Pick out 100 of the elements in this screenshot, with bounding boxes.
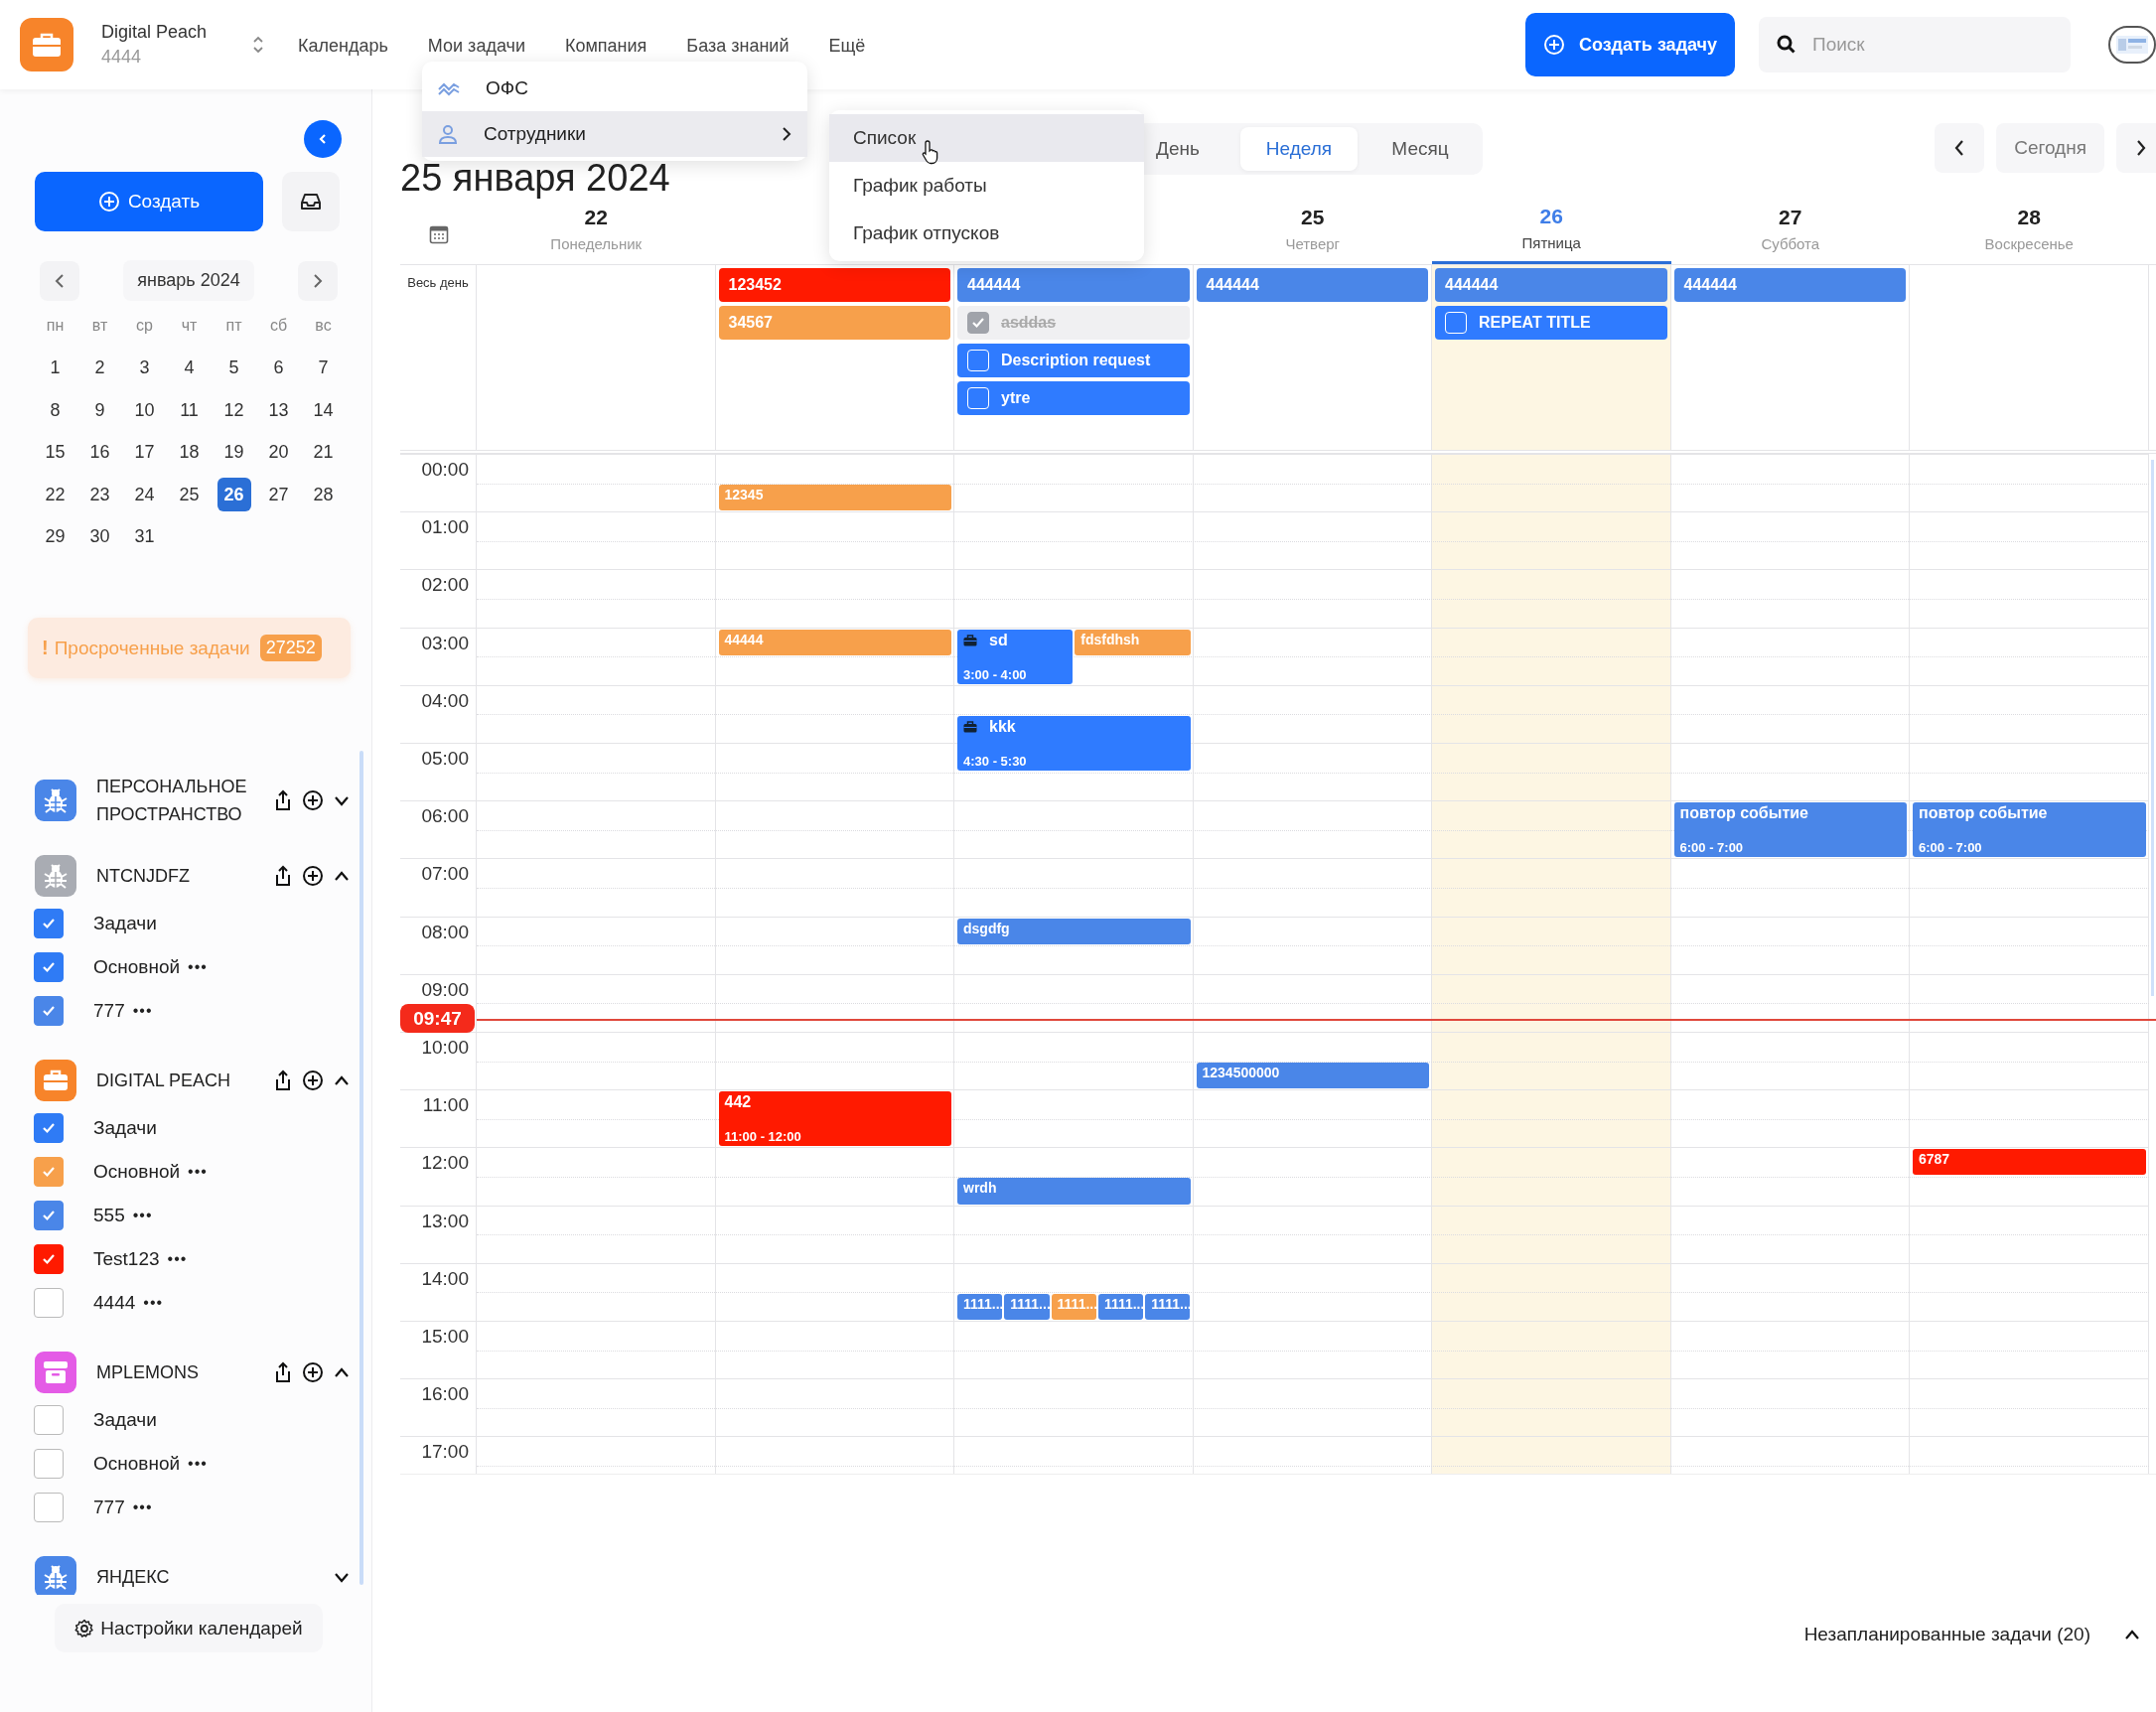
all-day-event[interactable]: 444444 bbox=[1435, 268, 1667, 302]
more-options[interactable]: ••• bbox=[188, 958, 208, 976]
event-block[interactable]: sd 3:00 - 4:00 bbox=[957, 629, 1074, 684]
add-icon[interactable] bbox=[302, 1361, 324, 1383]
share-icon[interactable] bbox=[274, 865, 292, 887]
chevron-up-icon[interactable] bbox=[334, 870, 350, 882]
all-day-task[interactable]: REPEAT TITLE bbox=[1435, 306, 1667, 340]
event-block[interactable]: wrdh bbox=[957, 1178, 1191, 1205]
more-options[interactable]: ••• bbox=[132, 1498, 153, 1516]
view-tab[interactable]: Неделя bbox=[1240, 127, 1358, 171]
calendar-day[interactable]: 7 bbox=[306, 351, 341, 385]
calendar-group-name[interactable]: ПЕРСОНАЛЬНОЕ ПРОСТРАНСТВО bbox=[96, 773, 263, 828]
chevron-up-icon[interactable] bbox=[334, 1366, 350, 1378]
calendar-day[interactable]: 27 bbox=[261, 478, 296, 512]
calendar-day[interactable]: 15 bbox=[38, 435, 72, 470]
event-block[interactable]: повтор событие 6:00 - 7:00 bbox=[1913, 802, 2146, 858]
menu-item[interactable]: Список bbox=[829, 114, 1144, 162]
create-button[interactable]: Создать bbox=[35, 172, 263, 231]
event-block[interactable]: 1111... bbox=[1004, 1293, 1050, 1320]
add-icon[interactable] bbox=[302, 865, 324, 887]
calendar-checkbox[interactable] bbox=[34, 1244, 64, 1274]
collapse-sidebar-button[interactable] bbox=[304, 120, 342, 158]
calendar-day[interactable]: 17 bbox=[127, 435, 162, 470]
calendar-checkbox[interactable] bbox=[34, 1288, 64, 1318]
more-options[interactable]: ••• bbox=[188, 1163, 208, 1181]
calendar-day[interactable]: 20 bbox=[261, 435, 296, 470]
calendar-day[interactable]: 30 bbox=[82, 519, 117, 554]
calendar-group-name[interactable]: ЯНДЕКС bbox=[96, 1563, 263, 1591]
menu-item[interactable]: Сотрудники bbox=[422, 111, 807, 157]
more-options[interactable]: ••• bbox=[188, 1455, 208, 1473]
calendar-day[interactable]: 21 bbox=[306, 435, 341, 470]
calendar-checkbox[interactable] bbox=[34, 1493, 64, 1522]
scrollbar[interactable] bbox=[2151, 460, 2154, 996]
nav-link[interactable]: База знаний bbox=[686, 33, 790, 57]
create-task-button[interactable]: Создать задачу bbox=[1525, 13, 1735, 76]
calendar-checkbox[interactable] bbox=[34, 952, 64, 982]
nav-link[interactable]: Компания bbox=[564, 33, 647, 57]
more-options[interactable]: ••• bbox=[132, 1002, 153, 1020]
calendar-day[interactable]: 14 bbox=[306, 393, 341, 428]
calendar-group-name[interactable]: NTCNJDFZ bbox=[96, 862, 263, 890]
all-day-event[interactable]: 444444 bbox=[1673, 268, 1906, 302]
calendar-day[interactable]: 23 bbox=[82, 478, 117, 512]
calendar-checkbox[interactable] bbox=[34, 1201, 64, 1230]
event-block[interactable]: 1111... bbox=[957, 1293, 1003, 1320]
add-icon[interactable] bbox=[302, 1070, 324, 1091]
calendar-day[interactable]: 28 bbox=[306, 478, 341, 512]
chevron-up-icon[interactable] bbox=[334, 1074, 350, 1086]
scrollbar[interactable] bbox=[359, 751, 363, 1585]
calendar-checkbox[interactable] bbox=[34, 909, 64, 938]
event-block[interactable]: повтор событие 6:00 - 7:00 bbox=[1673, 802, 1907, 858]
all-day-task[interactable]: ytre bbox=[957, 381, 1190, 415]
calendar-day[interactable]: 4 bbox=[172, 351, 207, 385]
calendar-day[interactable]: 11 bbox=[172, 393, 207, 428]
calendar-day[interactable]: 18 bbox=[172, 435, 207, 470]
today-button[interactable]: Сегодня bbox=[1996, 123, 2104, 173]
unscheduled-tasks-toggle[interactable]: Незапланированные задачи (20) bbox=[1803, 1624, 2090, 1645]
all-day-task[interactable]: Description request bbox=[957, 344, 1190, 377]
calendar-day[interactable]: 1 bbox=[38, 351, 72, 385]
event-block[interactable]: 1111... bbox=[1145, 1293, 1191, 1320]
calendar-day[interactable]: 26 bbox=[216, 478, 251, 512]
more-options[interactable]: ••• bbox=[132, 1207, 153, 1224]
add-icon[interactable] bbox=[302, 789, 324, 811]
calendar-day[interactable]: 9 bbox=[82, 393, 117, 428]
calendar-day[interactable]: 6 bbox=[261, 351, 296, 385]
calendar-checkbox[interactable] bbox=[34, 1113, 64, 1143]
calendar-checkbox[interactable] bbox=[34, 1449, 64, 1479]
previous-month-button[interactable] bbox=[40, 260, 79, 301]
calendar-group-name[interactable]: DIGITAL PEACH bbox=[96, 1067, 263, 1094]
calendar-day[interactable]: 10 bbox=[127, 393, 162, 428]
share-icon[interactable] bbox=[274, 1070, 292, 1091]
calendar-checkbox[interactable] bbox=[34, 1405, 64, 1435]
event-block[interactable]: dsgdfg bbox=[957, 918, 1191, 944]
switch-workspace-icon[interactable] bbox=[252, 35, 264, 55]
share-icon[interactable] bbox=[274, 789, 292, 811]
calendar-checkbox[interactable] bbox=[34, 1157, 64, 1187]
nav-link[interactable]: Ещё bbox=[828, 33, 866, 57]
calendar-day[interactable]: 29 bbox=[38, 519, 72, 554]
calendar-day[interactable]: 19 bbox=[216, 435, 251, 470]
all-day-event[interactable]: 123452 bbox=[718, 268, 950, 302]
calendar-checkbox[interactable] bbox=[34, 996, 64, 1026]
event-block[interactable]: 6787 bbox=[1913, 1149, 2146, 1176]
month-label[interactable]: январь 2024 bbox=[123, 260, 254, 301]
share-icon[interactable] bbox=[274, 1361, 292, 1383]
nav-link[interactable]: Календарь bbox=[298, 33, 388, 57]
all-day-event[interactable]: 444444 bbox=[1196, 268, 1428, 302]
search-field[interactable]: Поиск bbox=[1759, 17, 2071, 72]
calendar-day[interactable]: 2 bbox=[82, 351, 117, 385]
calendar-day[interactable]: 16 bbox=[82, 435, 117, 470]
event-block[interactable]: 1234500000 bbox=[1196, 1063, 1429, 1089]
calendar-day[interactable]: 31 bbox=[127, 519, 162, 554]
chevron-up-icon[interactable] bbox=[2124, 1629, 2140, 1641]
calendar-icon[interactable] bbox=[428, 223, 449, 244]
calendar-day[interactable]: 22 bbox=[38, 478, 72, 512]
more-options[interactable]: ••• bbox=[143, 1294, 164, 1312]
calendar-settings-button[interactable]: Настройки календарей bbox=[55, 1604, 323, 1652]
menu-item[interactable]: График отпусков bbox=[829, 210, 1144, 257]
event-block[interactable]: kkk 4:30 - 5:30 bbox=[957, 715, 1191, 772]
chevron-down-icon[interactable] bbox=[334, 1571, 350, 1583]
view-tab[interactable]: Месяц bbox=[1362, 127, 1479, 171]
more-options[interactable]: ••• bbox=[167, 1250, 188, 1268]
